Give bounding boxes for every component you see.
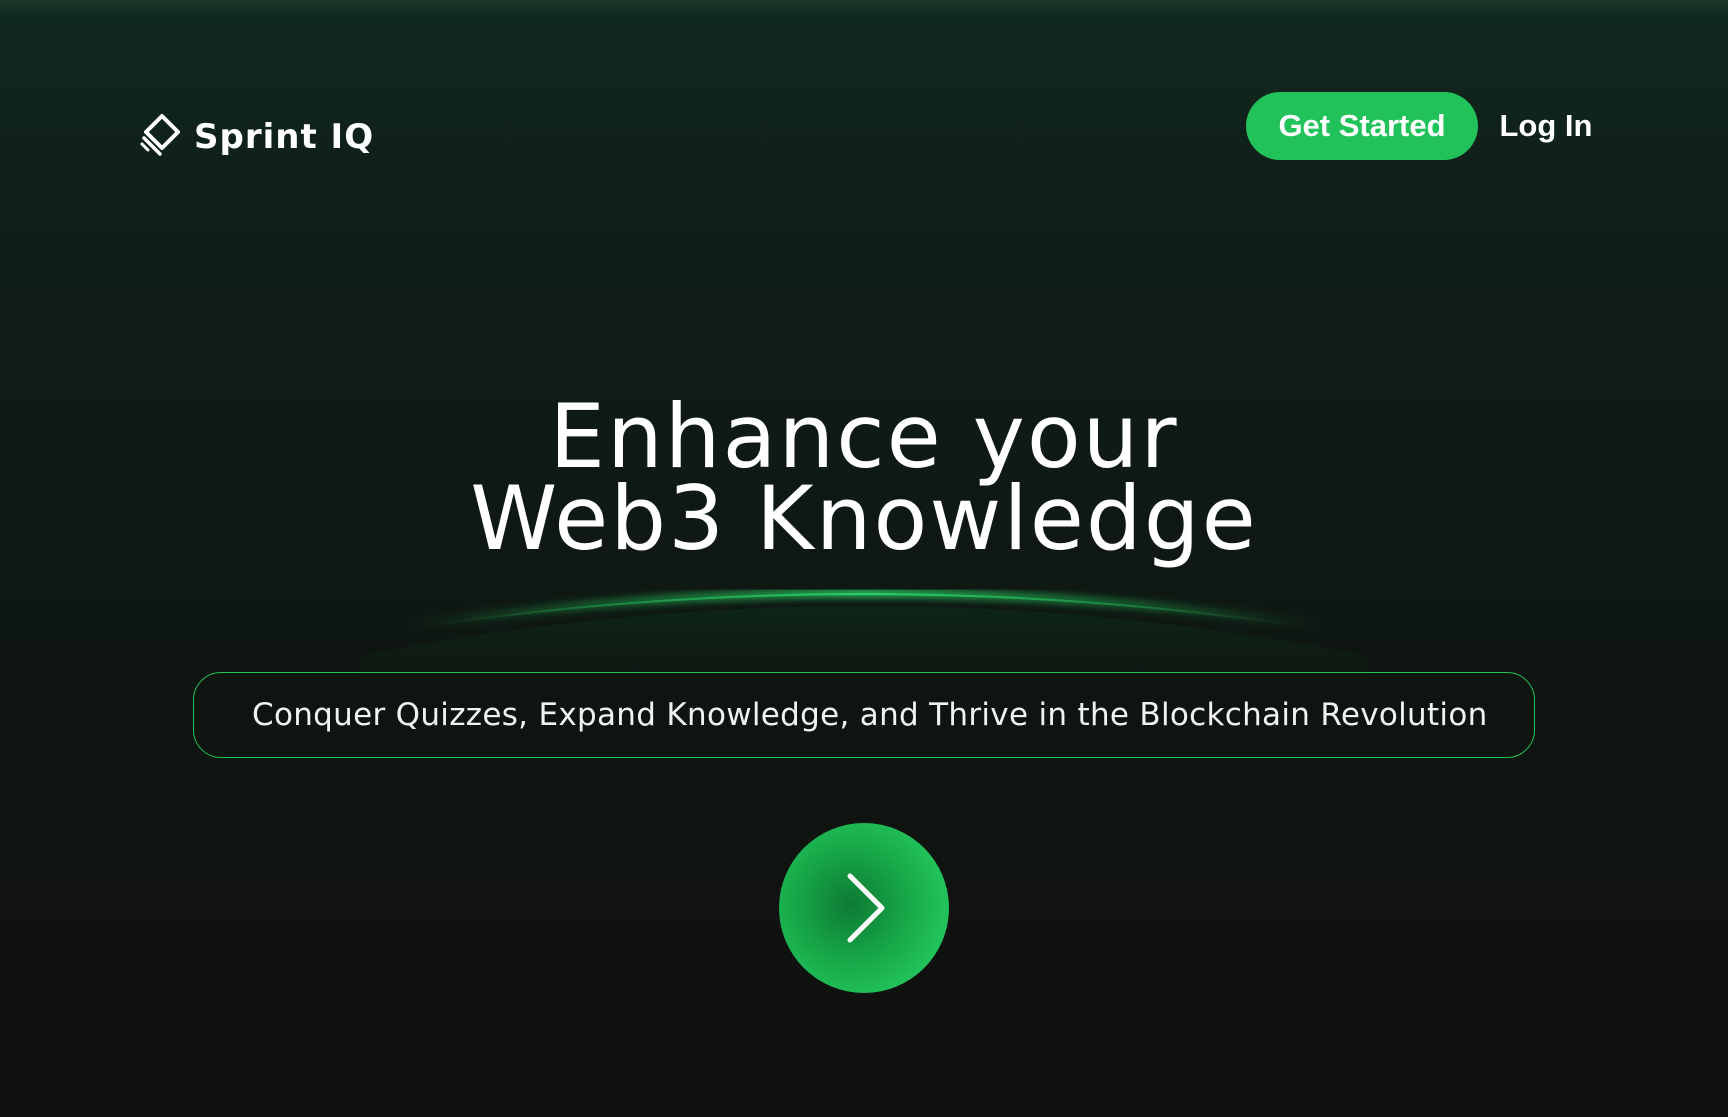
hero-title-line-2: Web3 Knowledge: [470, 467, 1258, 570]
diamond-logo-icon: [140, 114, 180, 156]
brand-name: Sprint IQ: [194, 117, 375, 157]
login-link[interactable]: Log In: [1496, 92, 1596, 160]
chevron-right-icon: [847, 873, 885, 943]
hero-title: Enhance your Web3 Knowledge: [0, 385, 1728, 570]
next-arrow-button[interactable]: [779, 823, 949, 993]
green-glow-arc: [360, 589, 1368, 686]
top-edge-glow: [0, 0, 1728, 14]
tagline-box: Conquer Quizzes, Expand Knowledge, and T…: [193, 672, 1535, 758]
brand-logo[interactable]: Sprint IQ: [140, 112, 374, 162]
hero-title-line-1: Enhance your: [549, 385, 1179, 488]
tagline-text: Conquer Quizzes, Expand Knowledge, and T…: [252, 697, 1488, 733]
get-started-button[interactable]: Get Started: [1246, 92, 1478, 160]
